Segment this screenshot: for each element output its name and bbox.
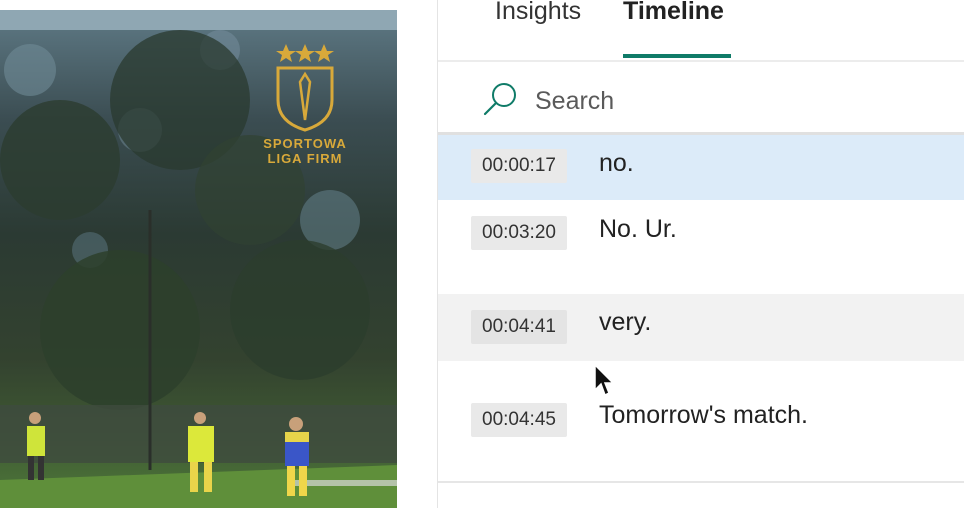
list-divider [438, 481, 964, 483]
active-tab-indicator [623, 54, 731, 58]
logo-line-2: LIGA FIRM [267, 151, 343, 166]
tab-timeline[interactable]: Timeline [623, 0, 724, 28]
timestamp-badge[interactable]: 00:04:45 [471, 403, 567, 437]
transcript-text: no. [599, 149, 634, 177]
logo-line-1: SPORTOWA [263, 136, 347, 151]
tab-insights[interactable]: Insights [495, 0, 581, 28]
timestamp-badge[interactable]: 00:00:17 [471, 149, 567, 183]
search-icon[interactable] [482, 80, 520, 118]
transcript-row[interactable]: 00:00:17 no. [438, 135, 964, 200]
transcript-text: Tomorrow's match. [599, 401, 808, 429]
transcript-list: 00:00:17 no. 00:03:20 No. Ur. 00:04:41 v… [438, 135, 964, 481]
video-player[interactable]: SPORTOWA LIGA FIRM [0, 10, 397, 508]
league-logo: SPORTOWA LIGA FIRM [250, 40, 360, 166]
transcript-text: very. [599, 308, 652, 336]
mouse-cursor-icon [594, 364, 615, 397]
transcript-row[interactable]: 00:03:20 No. Ur. [438, 200, 964, 294]
search-input[interactable] [533, 84, 937, 118]
transcript-row[interactable]: 00:04:45 Tomorrow's match. [438, 361, 964, 481]
timestamp-badge[interactable]: 00:04:41 [471, 310, 567, 344]
transcript-row[interactable]: 00:04:41 very. [438, 294, 964, 361]
shield-icon [276, 44, 334, 132]
timestamp-badge[interactable]: 00:03:20 [471, 216, 567, 250]
transcript-text: No. Ur. [599, 215, 677, 243]
